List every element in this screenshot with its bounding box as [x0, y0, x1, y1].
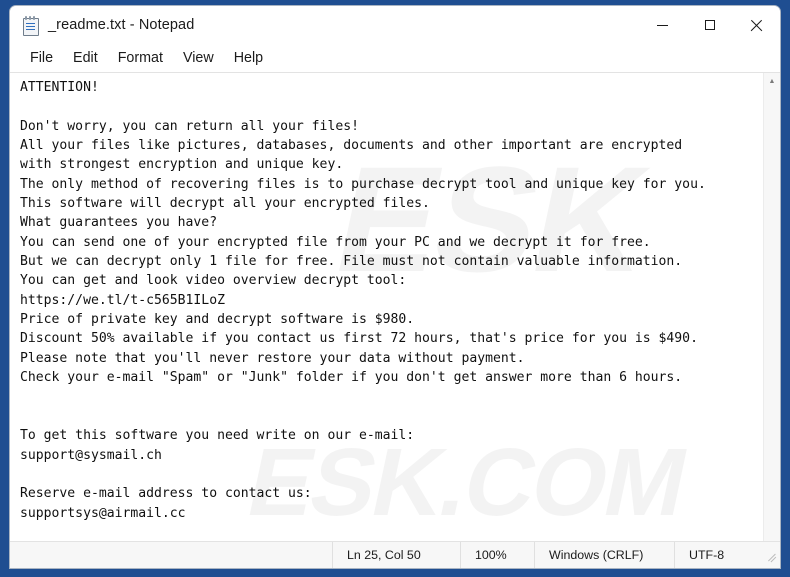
- menu-bar: File Edit Format View Help: [10, 44, 780, 73]
- text-line: [20, 407, 763, 426]
- text-line: Reserve e-mail address to contact us:: [20, 486, 312, 502]
- text-line: ATTENTION!: [20, 80, 99, 95]
- close-button[interactable]: [733, 6, 780, 44]
- status-encoding[interactable]: UTF-8: [674, 542, 764, 568]
- close-icon: [750, 19, 763, 32]
- status-cursor-position[interactable]: Ln 25, Col 50: [332, 542, 460, 568]
- scrollbar-track[interactable]: [764, 89, 780, 541]
- text-line: Don't worry, you can return all your fil…: [20, 118, 359, 134]
- text-line: Check your e-mail "Spam" or "Junk" folde…: [20, 370, 683, 386]
- text-line: with strongest encryption and unique key…: [20, 157, 344, 173]
- text-line: https://we.tl/t-c565B1ILoZ: [20, 292, 225, 308]
- text-line: Discount 50% available if you contact us…: [20, 331, 698, 347]
- scroll-up-arrow[interactable]: ▲: [764, 73, 780, 89]
- text-editor[interactable]: ATTENTION! Don't worry, you can return al…: [10, 73, 763, 541]
- text-line: You can send one of your encrypted file …: [20, 234, 651, 250]
- menu-item-help[interactable]: Help: [225, 47, 272, 70]
- text-line: [20, 465, 763, 484]
- title-bar-left: _readme.txt - Notepad: [10, 15, 195, 36]
- status-bar: Ln 25, Col 50 100% Windows (CRLF) UTF-8: [10, 541, 780, 568]
- resize-grip-icon[interactable]: [765, 549, 777, 563]
- text-line: Price of private key and decrypt softwar…: [20, 312, 415, 328]
- menu-item-file[interactable]: File: [21, 47, 62, 70]
- text-line: Please note that you'll never restore yo…: [20, 350, 525, 366]
- editor-area: ESK ESK.COM ATTENTION!Don't worry, you c…: [10, 73, 780, 541]
- vertical-scrollbar[interactable]: ▲: [763, 73, 780, 541]
- text-line: This software will decrypt all your encr…: [20, 196, 430, 212]
- text-line: support@sysmail.ch: [20, 447, 162, 463]
- text-line: But we can decrypt only 1 file for free.…: [20, 254, 683, 270]
- notepad-window: _readme.txt - Notepad File Edit Format V…: [9, 5, 781, 569]
- minimize-icon: [657, 24, 668, 27]
- menu-item-view[interactable]: View: [174, 47, 223, 70]
- text-line: To get this software you need write on o…: [20, 428, 415, 444]
- minimize-button[interactable]: [639, 6, 686, 44]
- maximize-button[interactable]: [686, 6, 733, 44]
- menu-item-format[interactable]: Format: [109, 47, 172, 70]
- text-line: supportsys@airmail.cc: [20, 505, 186, 521]
- text-line: [20, 523, 763, 541]
- status-line-ending[interactable]: Windows (CRLF): [534, 542, 674, 568]
- text-line: [20, 97, 763, 116]
- menu-item-edit[interactable]: Edit: [64, 47, 107, 70]
- text-line: The only method of recovering files is t…: [20, 176, 706, 192]
- window-title: _readme.txt - Notepad: [48, 17, 195, 33]
- text-line: [20, 388, 763, 407]
- text-line: You can get and look video overview decr…: [20, 273, 407, 289]
- window-controls: [639, 6, 780, 44]
- text-line: All your files like pictures, databases,…: [20, 138, 683, 154]
- status-zoom-level[interactable]: 100%: [460, 542, 534, 568]
- title-bar: _readme.txt - Notepad: [10, 6, 780, 44]
- maximize-icon: [704, 20, 715, 30]
- notepad-icon: [22, 15, 39, 36]
- text-line: What guarantees you have?: [20, 215, 218, 231]
